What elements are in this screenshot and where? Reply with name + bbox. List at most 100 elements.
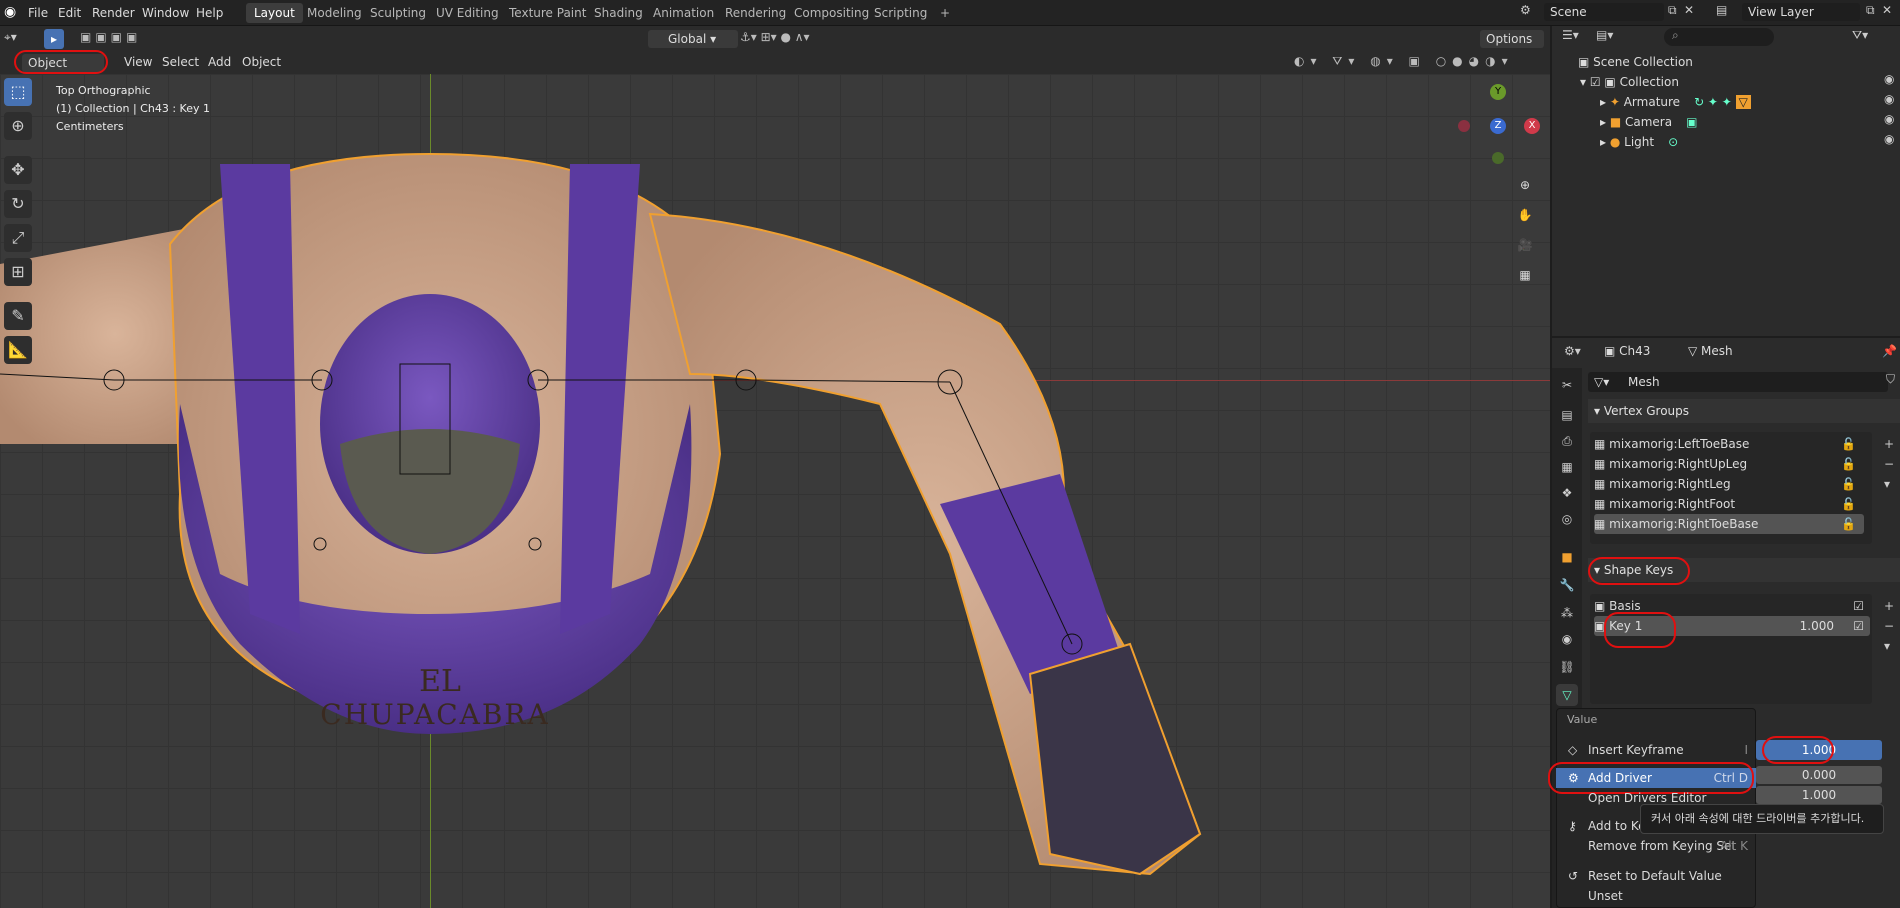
- menu-render[interactable]: Render: [86, 3, 141, 23]
- modifier-tab-icon[interactable]: 🔧: [1556, 574, 1578, 596]
- outliner-scene-collection[interactable]: ▣ Scene Collection: [1552, 52, 1900, 72]
- render-tab-icon[interactable]: ▤: [1556, 404, 1578, 426]
- pan-hand-icon[interactable]: ✋: [1514, 204, 1536, 226]
- tool-tab-icon[interactable]: ✂: [1556, 374, 1578, 396]
- list-item[interactable]: ▦ mixamorig:RightFoot 🔓: [1594, 494, 1864, 514]
- tab-shading[interactable]: Shading: [586, 3, 651, 23]
- shape-key-checkbox-icon[interactable]: ☑: [1853, 596, 1864, 616]
- menu-item-insert-keyframe[interactable]: ◇ Insert Keyframe I: [1556, 740, 1756, 760]
- visibility-eye-icon[interactable]: ◉: [1884, 112, 1898, 126]
- outliner-search-input[interactable]: ⌕: [1664, 28, 1774, 46]
- shading-mode-icons[interactable]: ◐▾ ⛛▾ ◍▾ ▣ ○●◕◑▾: [1294, 54, 1544, 72]
- menu-item-unset[interactable]: Unset: [1556, 886, 1756, 906]
- tab-layout[interactable]: Layout: [246, 3, 303, 23]
- editor-type-icon[interactable]: ⌖▾: [4, 30, 28, 48]
- view-layer-selector[interactable]: View Layer: [1742, 3, 1860, 21]
- visibility-eye-icon[interactable]: ◉: [1884, 132, 1898, 146]
- zoom-icon[interactable]: ⊕: [1514, 174, 1536, 196]
- delete-scene-icon[interactable]: ✕: [1684, 3, 1698, 23]
- transform-orientation-dropdown[interactable]: Global ▾: [648, 30, 738, 48]
- vertex-group-side-buttons[interactable]: + − ▾: [1884, 434, 1898, 494]
- menu-item-remove-from-keying-set[interactable]: Remove from Keying Set Alt K: [1556, 836, 1756, 856]
- gizmo-neg-y[interactable]: [1492, 152, 1504, 164]
- constraints-tab-icon[interactable]: ⛓: [1556, 656, 1578, 678]
- character-mesh[interactable]: [0, 74, 1550, 908]
- menu-edit[interactable]: Edit: [52, 3, 87, 23]
- outliner-editor-icon[interactable]: ☰▾: [1562, 28, 1592, 42]
- options-button[interactable]: Options ▾: [1480, 30, 1544, 64]
- tab-modeling[interactable]: Modeling: [299, 3, 370, 23]
- menu-window[interactable]: Window: [136, 3, 195, 23]
- tab-compositing[interactable]: Compositing: [786, 3, 877, 23]
- tab-texture-paint[interactable]: Texture Paint: [501, 3, 594, 23]
- expand-icon[interactable]: ▸: [1600, 95, 1610, 109]
- visibility-eye-icon[interactable]: ◉: [1884, 92, 1898, 106]
- ortho-grid-icon[interactable]: ▦: [1514, 264, 1536, 286]
- expand-icon[interactable]: ▸: [1600, 115, 1610, 129]
- delete-view-layer-icon[interactable]: ✕: [1882, 3, 1896, 23]
- lock-icon[interactable]: 🔓: [1841, 474, 1856, 494]
- shape-key-side-buttons[interactable]: + − ▾: [1884, 596, 1898, 656]
- lock-icon[interactable]: 🔓: [1841, 454, 1856, 474]
- copy-scene-icon[interactable]: ⧉: [1668, 3, 1682, 23]
- range-min-field[interactable]: 0.000: [1756, 766, 1882, 784]
- menu-file[interactable]: File: [22, 3, 54, 23]
- add-workspace-button[interactable]: +: [932, 3, 958, 23]
- camera-view-icon[interactable]: 🎥: [1514, 234, 1536, 256]
- scene-selector[interactable]: Scene: [1544, 3, 1664, 21]
- annotate-tool-icon[interactable]: ✎: [4, 302, 32, 330]
- gizmo-x[interactable]: X: [1524, 118, 1540, 134]
- menu-view[interactable]: View: [118, 52, 158, 72]
- measure-tool-icon[interactable]: 📐: [4, 336, 32, 364]
- menu-item-reset-to-default[interactable]: ↺ Reset to Default Value: [1556, 866, 1756, 886]
- filter-icon[interactable]: ⛛▾: [1852, 28, 1882, 43]
- select-mode-icons[interactable]: ▣▣▣▣: [80, 30, 172, 48]
- outliner-armature[interactable]: ▸ ✦ Armature ↻ ✦ ✦ ▽: [1552, 92, 1900, 112]
- select-box-tool-icon[interactable]: ⬚: [4, 78, 32, 106]
- snap-pivot-icons[interactable]: ⚓▾ ⊞▾ ● ∧▾: [740, 30, 880, 48]
- vertex-groups-panel-header[interactable]: ▾ Vertex Groups: [1588, 399, 1900, 423]
- outliner-light[interactable]: ▸ ● Light ⊙: [1552, 132, 1900, 152]
- list-item[interactable]: ▦ mixamorig:LeftToeBase 🔓: [1594, 434, 1864, 454]
- menu-add[interactable]: Add: [202, 52, 237, 72]
- tab-animation[interactable]: Animation: [645, 3, 722, 23]
- menu-help[interactable]: Help: [190, 3, 229, 23]
- move-tool-icon[interactable]: ✥: [4, 156, 32, 184]
- gizmo-y[interactable]: Y: [1490, 84, 1506, 100]
- transform-tool-icon[interactable]: ⊞: [4, 258, 32, 286]
- shape-key-checkbox-icon[interactable]: ☑: [1853, 616, 1864, 636]
- expand-icon[interactable]: ▸: [1600, 135, 1610, 149]
- tab-sculpting[interactable]: Sculpting: [362, 3, 434, 23]
- tab-scripting[interactable]: Scripting: [866, 3, 935, 23]
- blender-logo-icon[interactable]: ◉: [4, 4, 22, 22]
- lock-icon[interactable]: 🔓: [1841, 514, 1856, 534]
- range-max-field[interactable]: 1.000: [1756, 786, 1882, 804]
- visibility-eye-icon[interactable]: ◉: [1884, 72, 1898, 86]
- tab-rendering[interactable]: Rendering: [717, 3, 794, 23]
- display-mode-icon[interactable]: ▤▾: [1596, 28, 1626, 42]
- gizmo-z[interactable]: Z: [1490, 118, 1506, 134]
- lock-icon[interactable]: 🔓: [1841, 494, 1856, 514]
- outliner-collection[interactable]: ▾ ☑ ▣ Collection: [1552, 72, 1900, 92]
- expand-icon[interactable]: ▾: [1580, 75, 1590, 89]
- data-tab-icon[interactable]: ▽: [1556, 684, 1578, 706]
- world-tab-icon[interactable]: ◎: [1556, 508, 1578, 530]
- list-item-active[interactable]: ▦ mixamorig:RightToeBase 🔓: [1594, 514, 1864, 534]
- list-item[interactable]: ▦ mixamorig:RightLeg 🔓: [1594, 474, 1864, 494]
- output-tab-icon[interactable]: ⎙: [1556, 430, 1578, 452]
- rotate-tool-icon[interactable]: ↻: [4, 190, 32, 218]
- menu-select[interactable]: Select: [156, 52, 205, 72]
- lock-icon[interactable]: 🔓: [1841, 434, 1856, 454]
- copy-view-layer-icon[interactable]: ⧉: [1866, 3, 1880, 23]
- gizmo-neg-x[interactable]: [1458, 120, 1470, 132]
- fake-user-icon[interactable]: ⛉: [1886, 372, 1900, 387]
- outliner-camera[interactable]: ▸ ■ Camera ▣: [1552, 112, 1900, 132]
- tab-uv-editing[interactable]: UV Editing: [428, 3, 507, 23]
- view-layer-tab-icon[interactable]: ▦: [1556, 456, 1578, 478]
- particles-tab-icon[interactable]: ⁂: [1556, 602, 1578, 624]
- select-tool-icon[interactable]: ▸: [44, 29, 64, 49]
- 3d-viewport[interactable]: EL CHUPACABRA Top Orthographic (1) Colle…: [0, 74, 1550, 908]
- properties-editor-icon[interactable]: ⚙▾: [1564, 344, 1588, 358]
- cursor-tool-icon[interactable]: ⊕: [4, 112, 32, 140]
- checkbox-icon[interactable]: ☑: [1590, 75, 1605, 89]
